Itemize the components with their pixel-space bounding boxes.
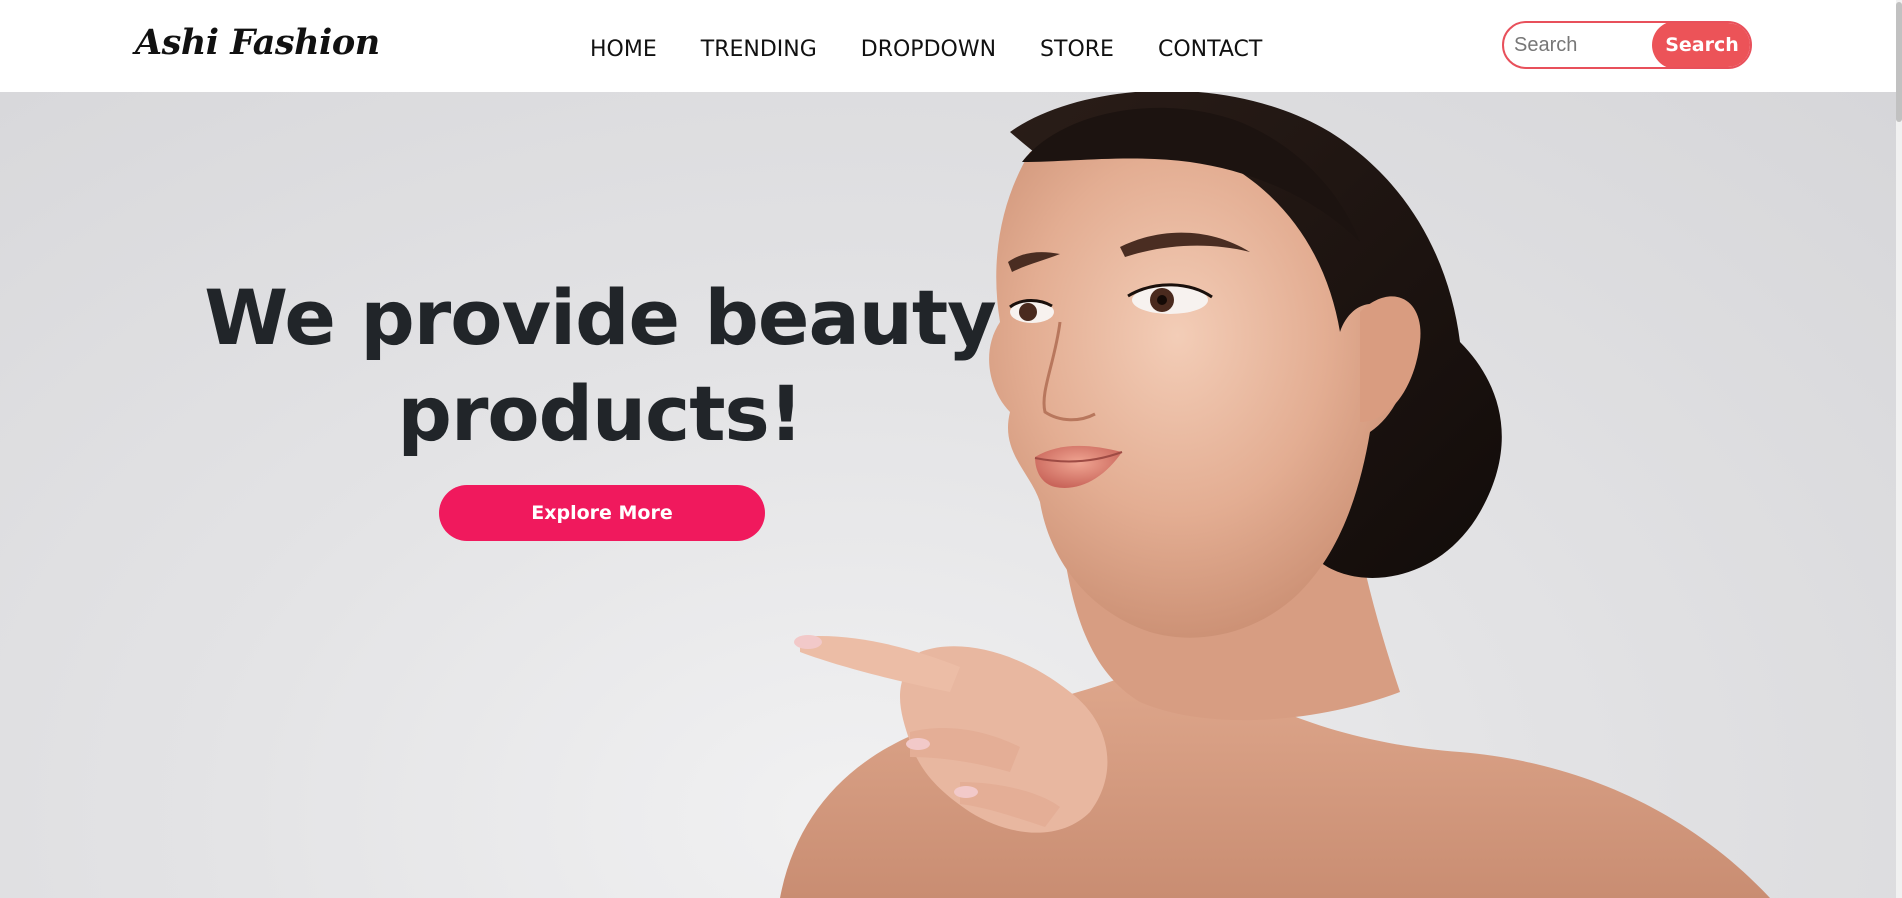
hero-title-line-2: products! bbox=[397, 369, 804, 458]
nav-menu: HOME TRENDING DROPDOWN STORE CONTACT bbox=[590, 36, 1262, 64]
hero-section: We provide beauty products! Explore More bbox=[0, 92, 1896, 898]
hero-title-line-1: We provide beauty bbox=[204, 273, 996, 362]
brand-logo[interactable]: Ashi Fashion bbox=[135, 22, 380, 63]
explore-more-button[interactable]: Explore More bbox=[439, 485, 765, 541]
nav-link-home[interactable]: HOME bbox=[590, 36, 657, 64]
nav-link-trending[interactable]: TRENDING bbox=[701, 36, 817, 64]
nav-link-store[interactable]: STORE bbox=[1040, 36, 1114, 64]
page-scrollbar-thumb[interactable] bbox=[1896, 2, 1902, 122]
page: Ashi Fashion HOME TRENDING DROPDOWN STOR… bbox=[0, 0, 1902, 898]
page-scrollbar[interactable] bbox=[1896, 0, 1902, 898]
nav-link-contact[interactable]: CONTACT bbox=[1158, 36, 1262, 64]
search-input[interactable] bbox=[1504, 23, 1664, 67]
search-form: Search bbox=[1502, 21, 1752, 69]
navbar: Ashi Fashion HOME TRENDING DROPDOWN STOR… bbox=[0, 0, 1896, 92]
nav-link-dropdown[interactable]: DROPDOWN bbox=[861, 36, 996, 64]
search-button[interactable]: Search bbox=[1652, 23, 1750, 67]
model-portrait-image bbox=[780, 92, 1770, 898]
hero-title: We provide beauty products! bbox=[180, 270, 1020, 462]
